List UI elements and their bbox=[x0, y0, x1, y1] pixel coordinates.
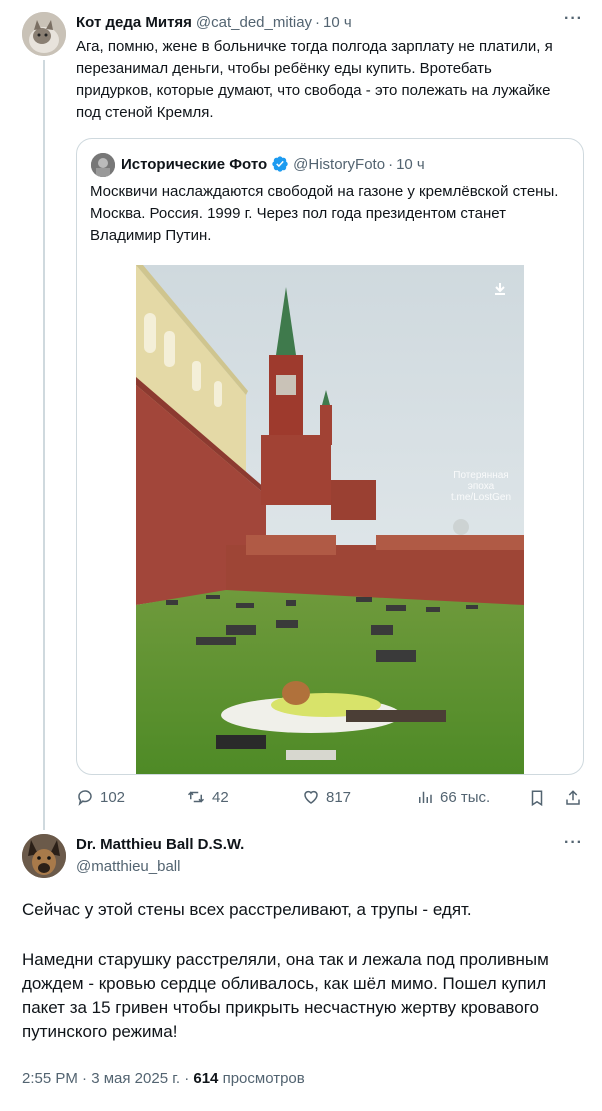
thread-connector-line bbox=[43, 60, 45, 830]
views-count: 66 тыс. bbox=[440, 788, 491, 806]
quoted-tweet-card[interactable]: Исторические Фото @HistoryFoto · 10 ч Мо… bbox=[76, 138, 584, 775]
photo-avatar-image bbox=[91, 153, 115, 177]
tweet-header: Кот деда Митяя @cat_ded_mitiay · 10 ч bbox=[76, 14, 352, 31]
quoted-header: Исторические Фото @HistoryFoto · 10 ч bbox=[121, 155, 425, 173]
quoted-author-avatar bbox=[91, 153, 115, 177]
reply-paragraph-2: Намедни старушку расстреляли, она так и … bbox=[22, 950, 549, 1041]
author-handle[interactable]: @cat_ded_mitiay bbox=[196, 14, 312, 31]
share-icon[interactable] bbox=[564, 788, 582, 808]
like-count: 817 bbox=[326, 788, 352, 806]
download-icon[interactable] bbox=[492, 281, 508, 297]
reply-author-name[interactable]: Dr. Matthieu Ball D.S.W. bbox=[76, 836, 244, 853]
watermark-line-1: Потерянная bbox=[453, 470, 509, 481]
reply-views-label: просмотров bbox=[222, 1070, 305, 1087]
quoted-time[interactable]: 10 ч bbox=[396, 156, 425, 173]
bookmark-icon[interactable] bbox=[528, 788, 546, 808]
reply-author-handle[interactable]: @matthieu_ball bbox=[76, 858, 180, 875]
verified-badge-icon bbox=[272, 156, 288, 172]
dog-avatar-image bbox=[22, 834, 66, 878]
repost-count: 42 bbox=[212, 788, 229, 806]
repost-button[interactable]: 42 bbox=[186, 788, 229, 806]
author-name[interactable]: Кот деда Митяя bbox=[76, 14, 192, 31]
reply-icon bbox=[78, 790, 92, 806]
photo-illustration bbox=[136, 265, 524, 774]
meta-separator: · bbox=[184, 1070, 190, 1087]
views-button[interactable]: 66 тыс. bbox=[416, 788, 490, 806]
meta-separator: · bbox=[82, 1070, 88, 1087]
separator-dot: · bbox=[315, 14, 321, 31]
cat-avatar-image bbox=[22, 12, 66, 56]
tweet-action-bar: 102 42 817 66 тыс. bbox=[76, 788, 586, 810]
reply-date[interactable]: 3 мая 2025 г. bbox=[91, 1070, 180, 1087]
quoted-text: Москвичи наслаждаются свободой на газоне… bbox=[90, 183, 559, 244]
reply-more-options-button[interactable]: ··· bbox=[564, 834, 583, 852]
tweet-time[interactable]: 10 ч bbox=[323, 14, 352, 31]
quoted-author-name[interactable]: Исторические Фото bbox=[121, 156, 267, 173]
watermark-line-3: t.me/LostGen bbox=[450, 492, 512, 503]
kremlin-lawn-photo[interactable]: Потерянная эпоха t.me/LostGen bbox=[136, 265, 524, 774]
heart-icon bbox=[304, 790, 318, 804]
repost-icon bbox=[187, 791, 205, 803]
reply-metadata: 2:55 PM · 3 мая 2025 г. · 614 просмотров bbox=[22, 1070, 305, 1087]
watermark-line-2: эпоха bbox=[467, 481, 495, 492]
reply-time[interactable]: 2:55 PM bbox=[22, 1070, 78, 1087]
reply-views-count: 614 bbox=[193, 1070, 219, 1087]
more-options-button[interactable]: ··· bbox=[564, 10, 583, 28]
tweet-text: Ага, помню, жене в больничке тогда полго… bbox=[76, 38, 553, 121]
reply-paragraph-1: Сейчас у этой стены всех расстреливают, … bbox=[22, 900, 472, 919]
reply-button[interactable]: 102 bbox=[76, 788, 125, 806]
analytics-icon bbox=[419, 791, 432, 803]
like-button[interactable]: 817 bbox=[302, 788, 351, 806]
reply-count: 102 bbox=[100, 788, 126, 806]
reply-author-avatar[interactable] bbox=[22, 834, 66, 878]
author-avatar[interactable] bbox=[22, 12, 66, 56]
quoted-author-handle[interactable]: @HistoryFoto bbox=[293, 156, 385, 173]
separator-dot: · bbox=[388, 155, 394, 173]
photo-watermark: Потерянная эпоха t.me/LostGen bbox=[441, 470, 521, 503]
